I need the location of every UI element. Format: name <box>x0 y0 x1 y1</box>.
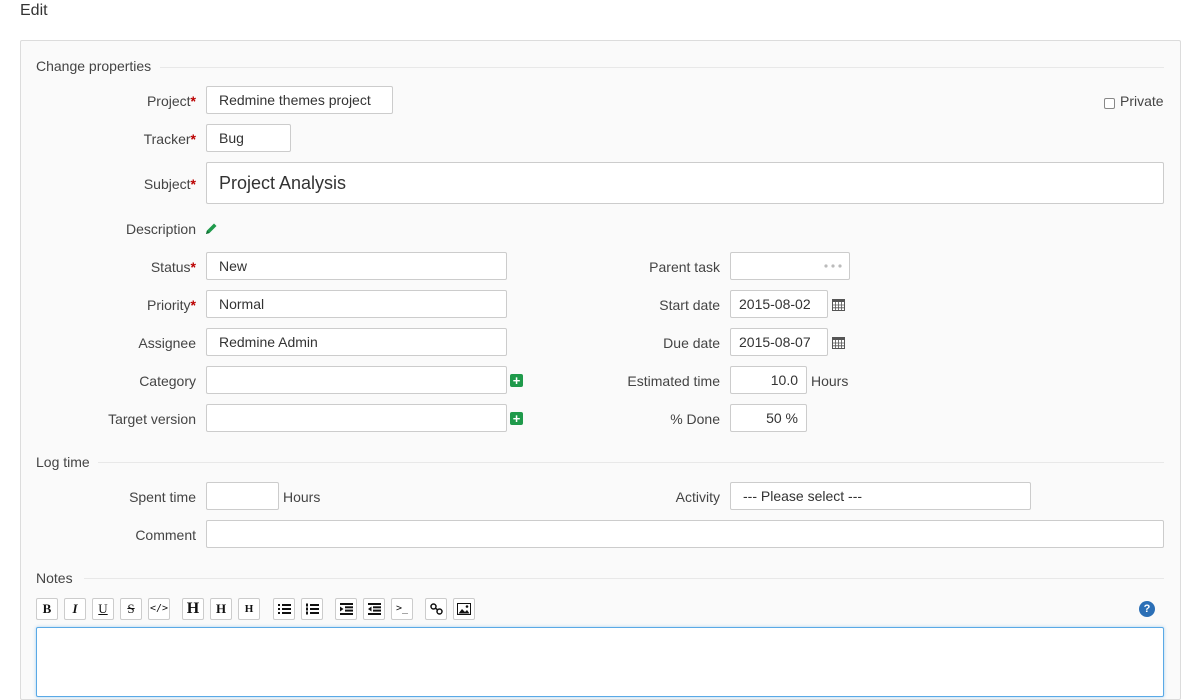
notes-textarea[interactable] <box>36 627 1164 697</box>
add-version-icon[interactable]: + <box>510 412 523 425</box>
add-category-icon[interactable]: + <box>510 374 523 387</box>
outdent-button[interactable] <box>363 598 385 620</box>
subject-input[interactable]: Project Analysis <box>206 162 1164 204</box>
required-mark: * <box>190 259 196 275</box>
heading3-button[interactable]: H <box>238 598 260 620</box>
underline-button[interactable]: U <box>92 598 114 620</box>
description-label: Description <box>125 221 196 237</box>
help-icon[interactable]: ? <box>1139 601 1155 617</box>
spent-time-input[interactable] <box>206 482 279 510</box>
numbered-list-icon <box>305 603 319 615</box>
target-version-label: Target version <box>108 411 196 427</box>
category-label: Category <box>139 373 196 389</box>
category-select[interactable] <box>206 366 507 394</box>
heading2-button[interactable]: H <box>210 598 232 620</box>
required-mark: * <box>190 297 196 313</box>
tracker-label: Tracker* <box>143 131 196 147</box>
legend-divider <box>160 67 1164 68</box>
indent-button[interactable] <box>335 598 357 620</box>
start-date-input[interactable]: 2015-08-02 <box>730 290 828 318</box>
more-icon <box>824 264 842 268</box>
required-mark: * <box>190 93 196 109</box>
log-time-legend: Log time <box>36 454 90 470</box>
image-icon <box>457 603 471 615</box>
inline-code-button[interactable]: </> <box>148 598 170 620</box>
spent-time-unit: Hours <box>283 489 321 505</box>
indent-icon <box>339 603 353 615</box>
pencil-icon[interactable] <box>205 222 218 235</box>
due-date-label: Due date <box>663 335 720 351</box>
activity-label: Activity <box>675 489 720 505</box>
project-label: Project* <box>146 93 196 109</box>
link-icon <box>429 603 443 615</box>
status-label: Status* <box>150 259 196 275</box>
project-select[interactable]: Redmine themes project <box>206 86 393 114</box>
priority-select[interactable]: Normal <box>206 290 507 318</box>
required-mark: * <box>190 176 196 192</box>
calendar-icon[interactable] <box>832 298 845 311</box>
italic-button[interactable]: I <box>64 598 86 620</box>
parent-task-label: Parent task <box>649 259 720 275</box>
assignee-label: Assignee <box>138 335 196 351</box>
start-date-label: Start date <box>659 297 720 313</box>
calendar-icon[interactable] <box>832 336 845 349</box>
image-button[interactable] <box>453 598 475 620</box>
priority-label: Priority* <box>146 297 196 313</box>
comment-label: Comment <box>135 527 196 543</box>
estimated-time-input[interactable]: 10.0 <box>730 366 807 394</box>
page-title: Edit <box>20 2 48 19</box>
assignee-select[interactable]: Redmine Admin <box>206 328 507 356</box>
code-block-button[interactable]: >_ <box>391 598 413 620</box>
target-version-select[interactable] <box>206 404 507 432</box>
subject-label: Subject* <box>143 176 196 192</box>
tracker-select[interactable]: Bug <box>206 124 291 152</box>
legend-divider <box>98 462 1164 463</box>
bulleted-list-button[interactable] <box>273 598 295 620</box>
heading1-button[interactable]: H <box>182 598 204 620</box>
activity-select[interactable]: --- Please select --- <box>730 482 1031 510</box>
private-label: Private <box>1120 93 1164 109</box>
bold-button[interactable]: B <box>36 598 58 620</box>
legend-divider <box>84 578 1164 579</box>
status-select[interactable]: New <box>206 252 507 280</box>
outdent-icon <box>367 603 381 615</box>
done-ratio-label: % Done <box>670 411 720 427</box>
estimated-time-label: Estimated time <box>627 373 720 389</box>
private-checkbox[interactable] <box>1104 98 1115 109</box>
bulleted-list-icon <box>277 604 291 614</box>
numbered-list-button[interactable] <box>301 598 323 620</box>
notes-legend: Notes <box>36 570 73 586</box>
strike-button[interactable]: S <box>120 598 142 620</box>
link-button[interactable] <box>425 598 447 620</box>
change-properties-legend: Change properties <box>36 58 152 74</box>
due-date-input[interactable]: 2015-08-07 <box>730 328 828 356</box>
estimated-time-unit: Hours <box>811 373 849 389</box>
done-ratio-select[interactable]: 50 % <box>730 404 807 432</box>
comment-input[interactable] <box>206 520 1164 548</box>
required-mark: * <box>190 131 196 147</box>
spent-time-label: Spent time <box>129 489 196 505</box>
